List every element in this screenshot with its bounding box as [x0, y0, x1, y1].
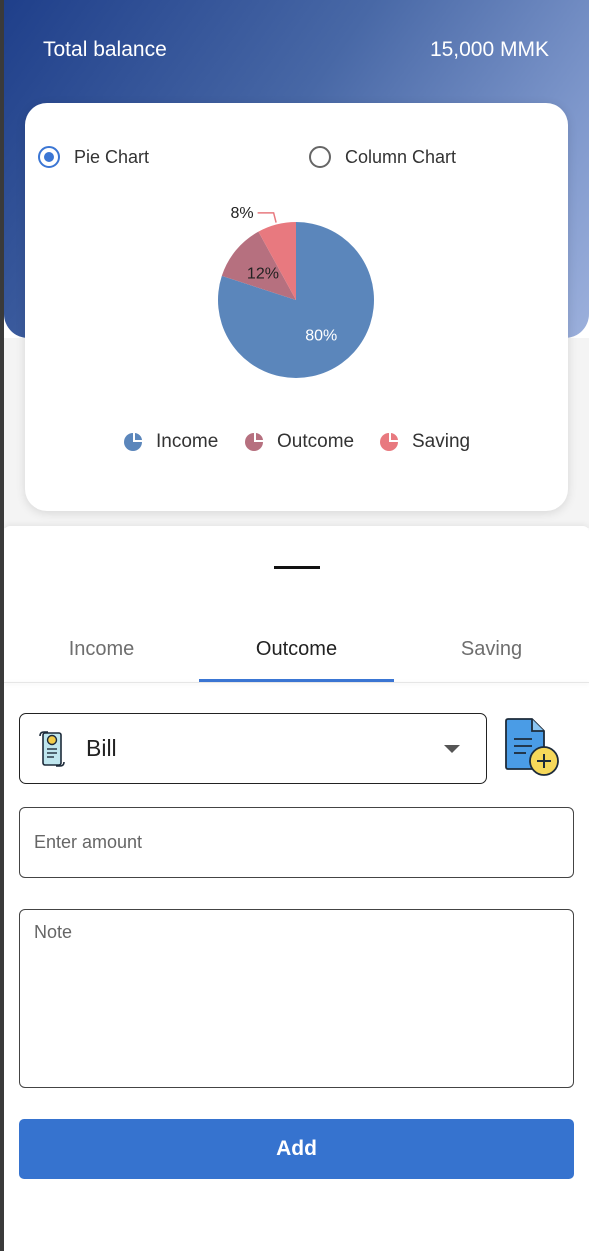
add-button[interactable]: Add	[19, 1119, 574, 1179]
note-input[interactable]	[20, 910, 573, 1087]
amount-input[interactable]	[20, 808, 573, 877]
category-value: Bill	[86, 735, 117, 761]
note-field[interactable]	[19, 909, 574, 1088]
pie-label-leader	[257, 212, 277, 223]
tabs-divider	[4, 682, 589, 683]
add-document-icon[interactable]	[502, 717, 566, 784]
tab-bar: Income Outcome Saving	[4, 616, 589, 682]
window-edge	[0, 0, 4, 1251]
total-balance-label: Total balance	[43, 38, 167, 61]
chevron-down-icon	[444, 744, 460, 753]
legend-label: Income	[156, 431, 219, 452]
tab-income[interactable]: Income	[4, 616, 199, 682]
pie-slice-icon	[380, 432, 399, 451]
legend-item-income: Income	[122, 431, 218, 453]
pie-data-label: 80%	[305, 328, 337, 345]
pie-data-label: 12%	[247, 266, 279, 283]
tab-saving[interactable]: Saving	[394, 616, 589, 682]
category-dropdown[interactable]: Bill	[19, 713, 487, 784]
legend-item-saving: Saving	[378, 431, 470, 453]
bottom-sheet: Income Outcome Saving Bill Enter amount …	[4, 526, 589, 1251]
legend-label: Saving	[412, 431, 471, 452]
legend-item-outcome: Outcome	[243, 431, 354, 453]
pie-slice-icon	[245, 432, 264, 451]
tab-outcome[interactable]: Outcome	[199, 616, 394, 682]
pie-data-label: 8%	[230, 205, 253, 222]
bill-receipt-icon	[38, 730, 66, 768]
legend-label: Outcome	[277, 431, 355, 452]
drag-handle[interactable]	[274, 566, 320, 569]
pie-chart: 80% 12% 8%	[218, 205, 374, 379]
amount-field[interactable]	[19, 807, 574, 878]
total-balance-value: 15,000 MMK	[429, 38, 549, 61]
chart-card: Pie Chart Column Chart 80% 12% 8% Income O…	[25, 103, 568, 511]
pie-slice-icon	[124, 432, 143, 451]
